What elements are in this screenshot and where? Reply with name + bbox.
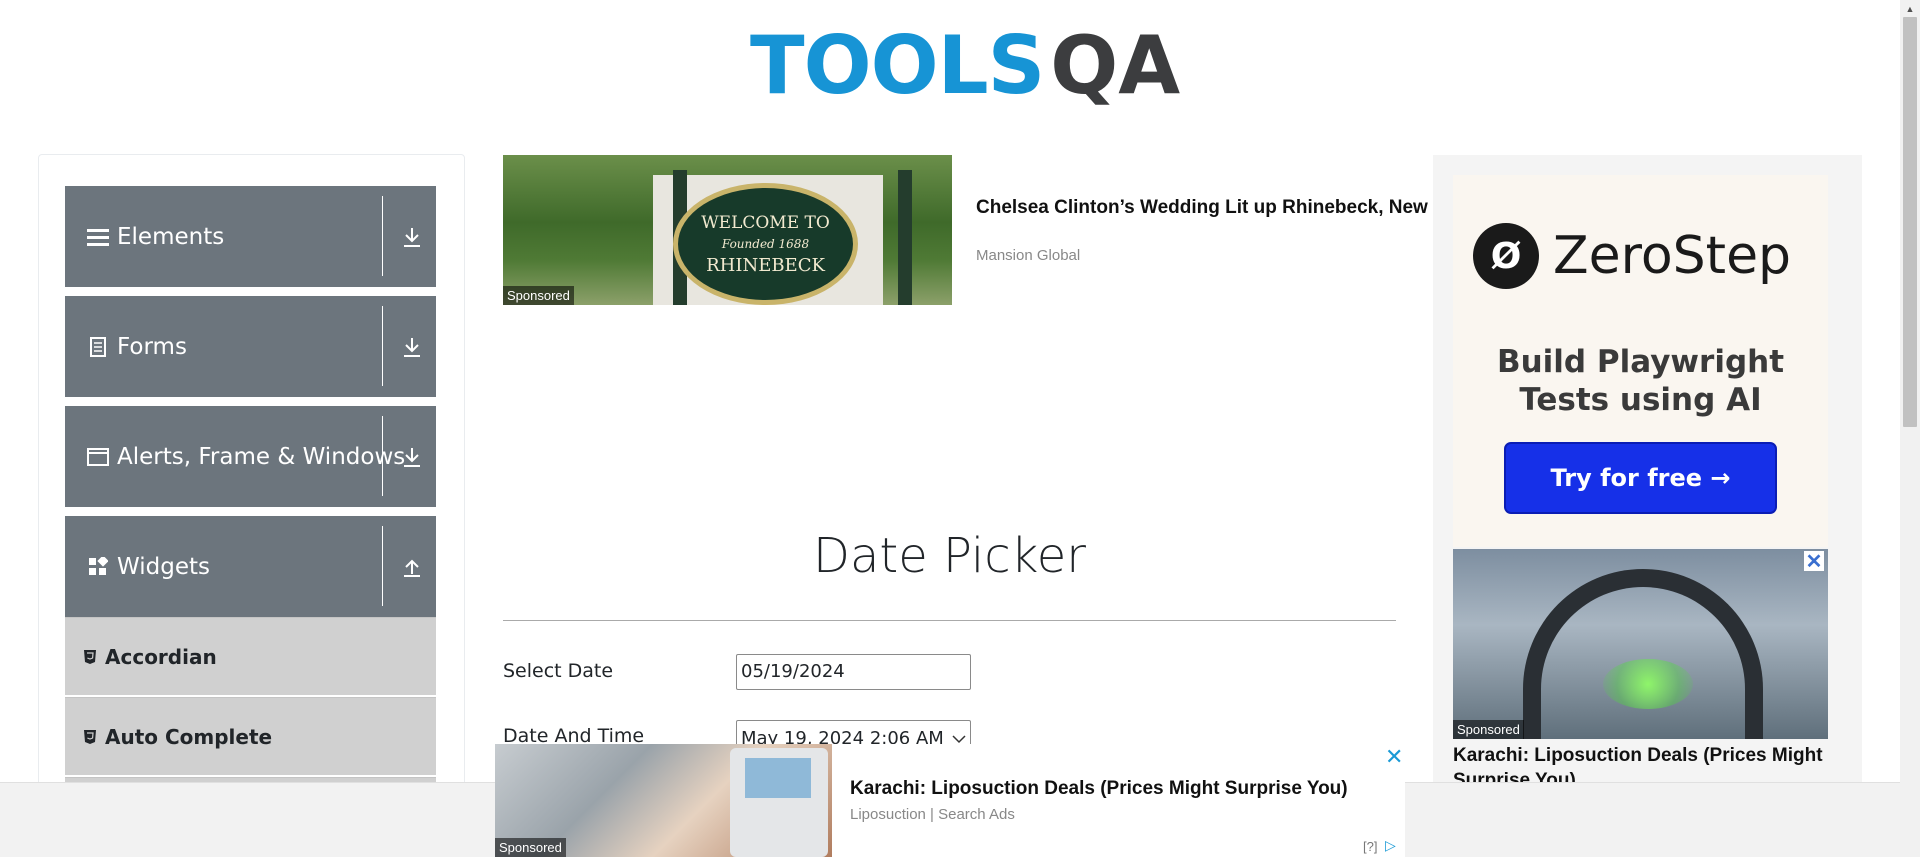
divider bbox=[382, 416, 383, 496]
sidebar-group-label: Widgets bbox=[117, 553, 210, 580]
zerostep-logo-icon: Ø bbox=[1473, 223, 1539, 289]
sidebar-item-auto-complete[interactable]: Auto Complete bbox=[65, 697, 436, 775]
sidebar-item-label: Auto Complete bbox=[105, 724, 273, 749]
ad-headline[interactable]: Chelsea Clinton’s Wedding Lit up Rhinebe… bbox=[976, 195, 1436, 220]
window-icon bbox=[85, 447, 111, 466]
html5-icon bbox=[83, 729, 97, 745]
download-icon[interactable] bbox=[397, 186, 427, 287]
sidebar-group-forms[interactable]: Forms bbox=[65, 296, 436, 397]
select-date-input[interactable]: 05/19/2024 bbox=[736, 654, 971, 690]
sponsored-ad-right[interactable]: Ø ZeroStep Build Playwright Tests using … bbox=[1433, 155, 1862, 785]
page-title: Date Picker bbox=[813, 528, 1086, 584]
scroll-up-icon[interactable]: ▲ bbox=[1900, 0, 1920, 17]
upload-icon[interactable] bbox=[397, 516, 427, 617]
download-icon[interactable] bbox=[397, 406, 427, 507]
select-date-label: Select Date bbox=[503, 660, 614, 682]
hamburger-icon bbox=[85, 227, 111, 247]
document-icon bbox=[85, 336, 111, 357]
close-icon[interactable]: ✕ bbox=[1385, 744, 1403, 770]
ad-source[interactable]: Mansion Global bbox=[976, 247, 1080, 264]
zerostep-brand: Ø ZeroStep bbox=[1473, 223, 1791, 289]
zerostep-tagline: Build Playwright Tests using AI bbox=[1453, 343, 1828, 419]
sign-post bbox=[898, 170, 912, 305]
sidebar-group-widgets[interactable]: Widgets bbox=[65, 516, 436, 617]
sidebar-group-label: Alerts, Frame & Windows bbox=[117, 443, 406, 470]
adchoices-icon[interactable]: ▷ bbox=[1385, 837, 1396, 854]
ad-source[interactable]: Liposuction | Search Ads bbox=[850, 806, 1015, 823]
zerostep-ad[interactable]: Ø ZeroStep Build Playwright Tests using … bbox=[1453, 175, 1828, 547]
sidebar: Elements Forms Alerts, Frame & Windows W… bbox=[38, 154, 465, 857]
vertical-scrollbar[interactable]: ▲ bbox=[1900, 0, 1920, 857]
sidebar-group-label: Forms bbox=[117, 333, 187, 360]
scrollbar-thumb[interactable] bbox=[1903, 17, 1917, 427]
ad-image-bottom[interactable]: Sponsored bbox=[495, 744, 832, 857]
download-icon[interactable] bbox=[397, 296, 427, 397]
divider bbox=[382, 306, 383, 386]
sign-line-3: RHINEBECK bbox=[706, 254, 825, 276]
ad-image-rhinebeck[interactable]: WELCOME TO Founded 1688 RHINEBECK Sponso… bbox=[503, 155, 952, 305]
try-for-free-button[interactable]: Try for free → bbox=[1504, 442, 1777, 514]
logo-text-qa: QA bbox=[1050, 18, 1181, 112]
welcome-sign: WELCOME TO Founded 1688 RHINEBECK bbox=[673, 183, 858, 305]
machine-screen bbox=[745, 758, 811, 798]
sidebar-group-label: Elements bbox=[117, 223, 225, 250]
tagline-line-2: Tests using AI bbox=[1519, 382, 1762, 418]
toolsqa-logo[interactable]: TOOLS QA bbox=[750, 18, 1180, 113]
divider bbox=[382, 196, 383, 276]
zerostep-name: ZeroStep bbox=[1553, 226, 1792, 286]
sidebar-item-label: Accordian bbox=[105, 644, 217, 669]
sidebar-group-alerts[interactable]: Alerts, Frame & Windows bbox=[65, 406, 436, 507]
sign-line-1: WELCOME TO bbox=[701, 212, 830, 233]
machine-arc bbox=[1523, 569, 1763, 739]
logo-text-tools: TOOLS bbox=[750, 18, 1045, 112]
sidebar-item-accordian[interactable]: Accordian bbox=[65, 617, 436, 695]
sidebar-group-elements[interactable]: Elements bbox=[65, 186, 436, 287]
ad-help-link[interactable]: [?] bbox=[1363, 839, 1377, 854]
sponsored-ad-top[interactable]: WELCOME TO Founded 1688 RHINEBECK Sponso… bbox=[503, 155, 1436, 305]
title-divider bbox=[503, 620, 1396, 621]
sponsored-label: Sponsored bbox=[503, 286, 574, 305]
sponsored-label: Sponsored bbox=[495, 838, 566, 857]
divider bbox=[382, 526, 383, 606]
ad-headline[interactable]: Karachi: Liposuction Deals (Prices Might… bbox=[1453, 743, 1833, 785]
sponsored-label: Sponsored bbox=[1453, 720, 1524, 739]
sign-line-2: Founded 1688 bbox=[721, 236, 810, 251]
widgets-icon bbox=[85, 556, 111, 577]
close-icon[interactable]: ✕ bbox=[1804, 551, 1824, 573]
tagline-line-1: Build Playwright bbox=[1496, 344, 1785, 380]
green-glow bbox=[1603, 659, 1693, 709]
ad-headline[interactable]: Karachi: Liposuction Deals (Prices Might… bbox=[850, 778, 1348, 800]
sponsored-ad-bottom[interactable]: Sponsored Karachi: Liposuction Deals (Pr… bbox=[495, 744, 1405, 857]
ad-image-liposuction[interactable]: ✕ Sponsored bbox=[1453, 549, 1828, 739]
html5-icon bbox=[83, 649, 97, 665]
